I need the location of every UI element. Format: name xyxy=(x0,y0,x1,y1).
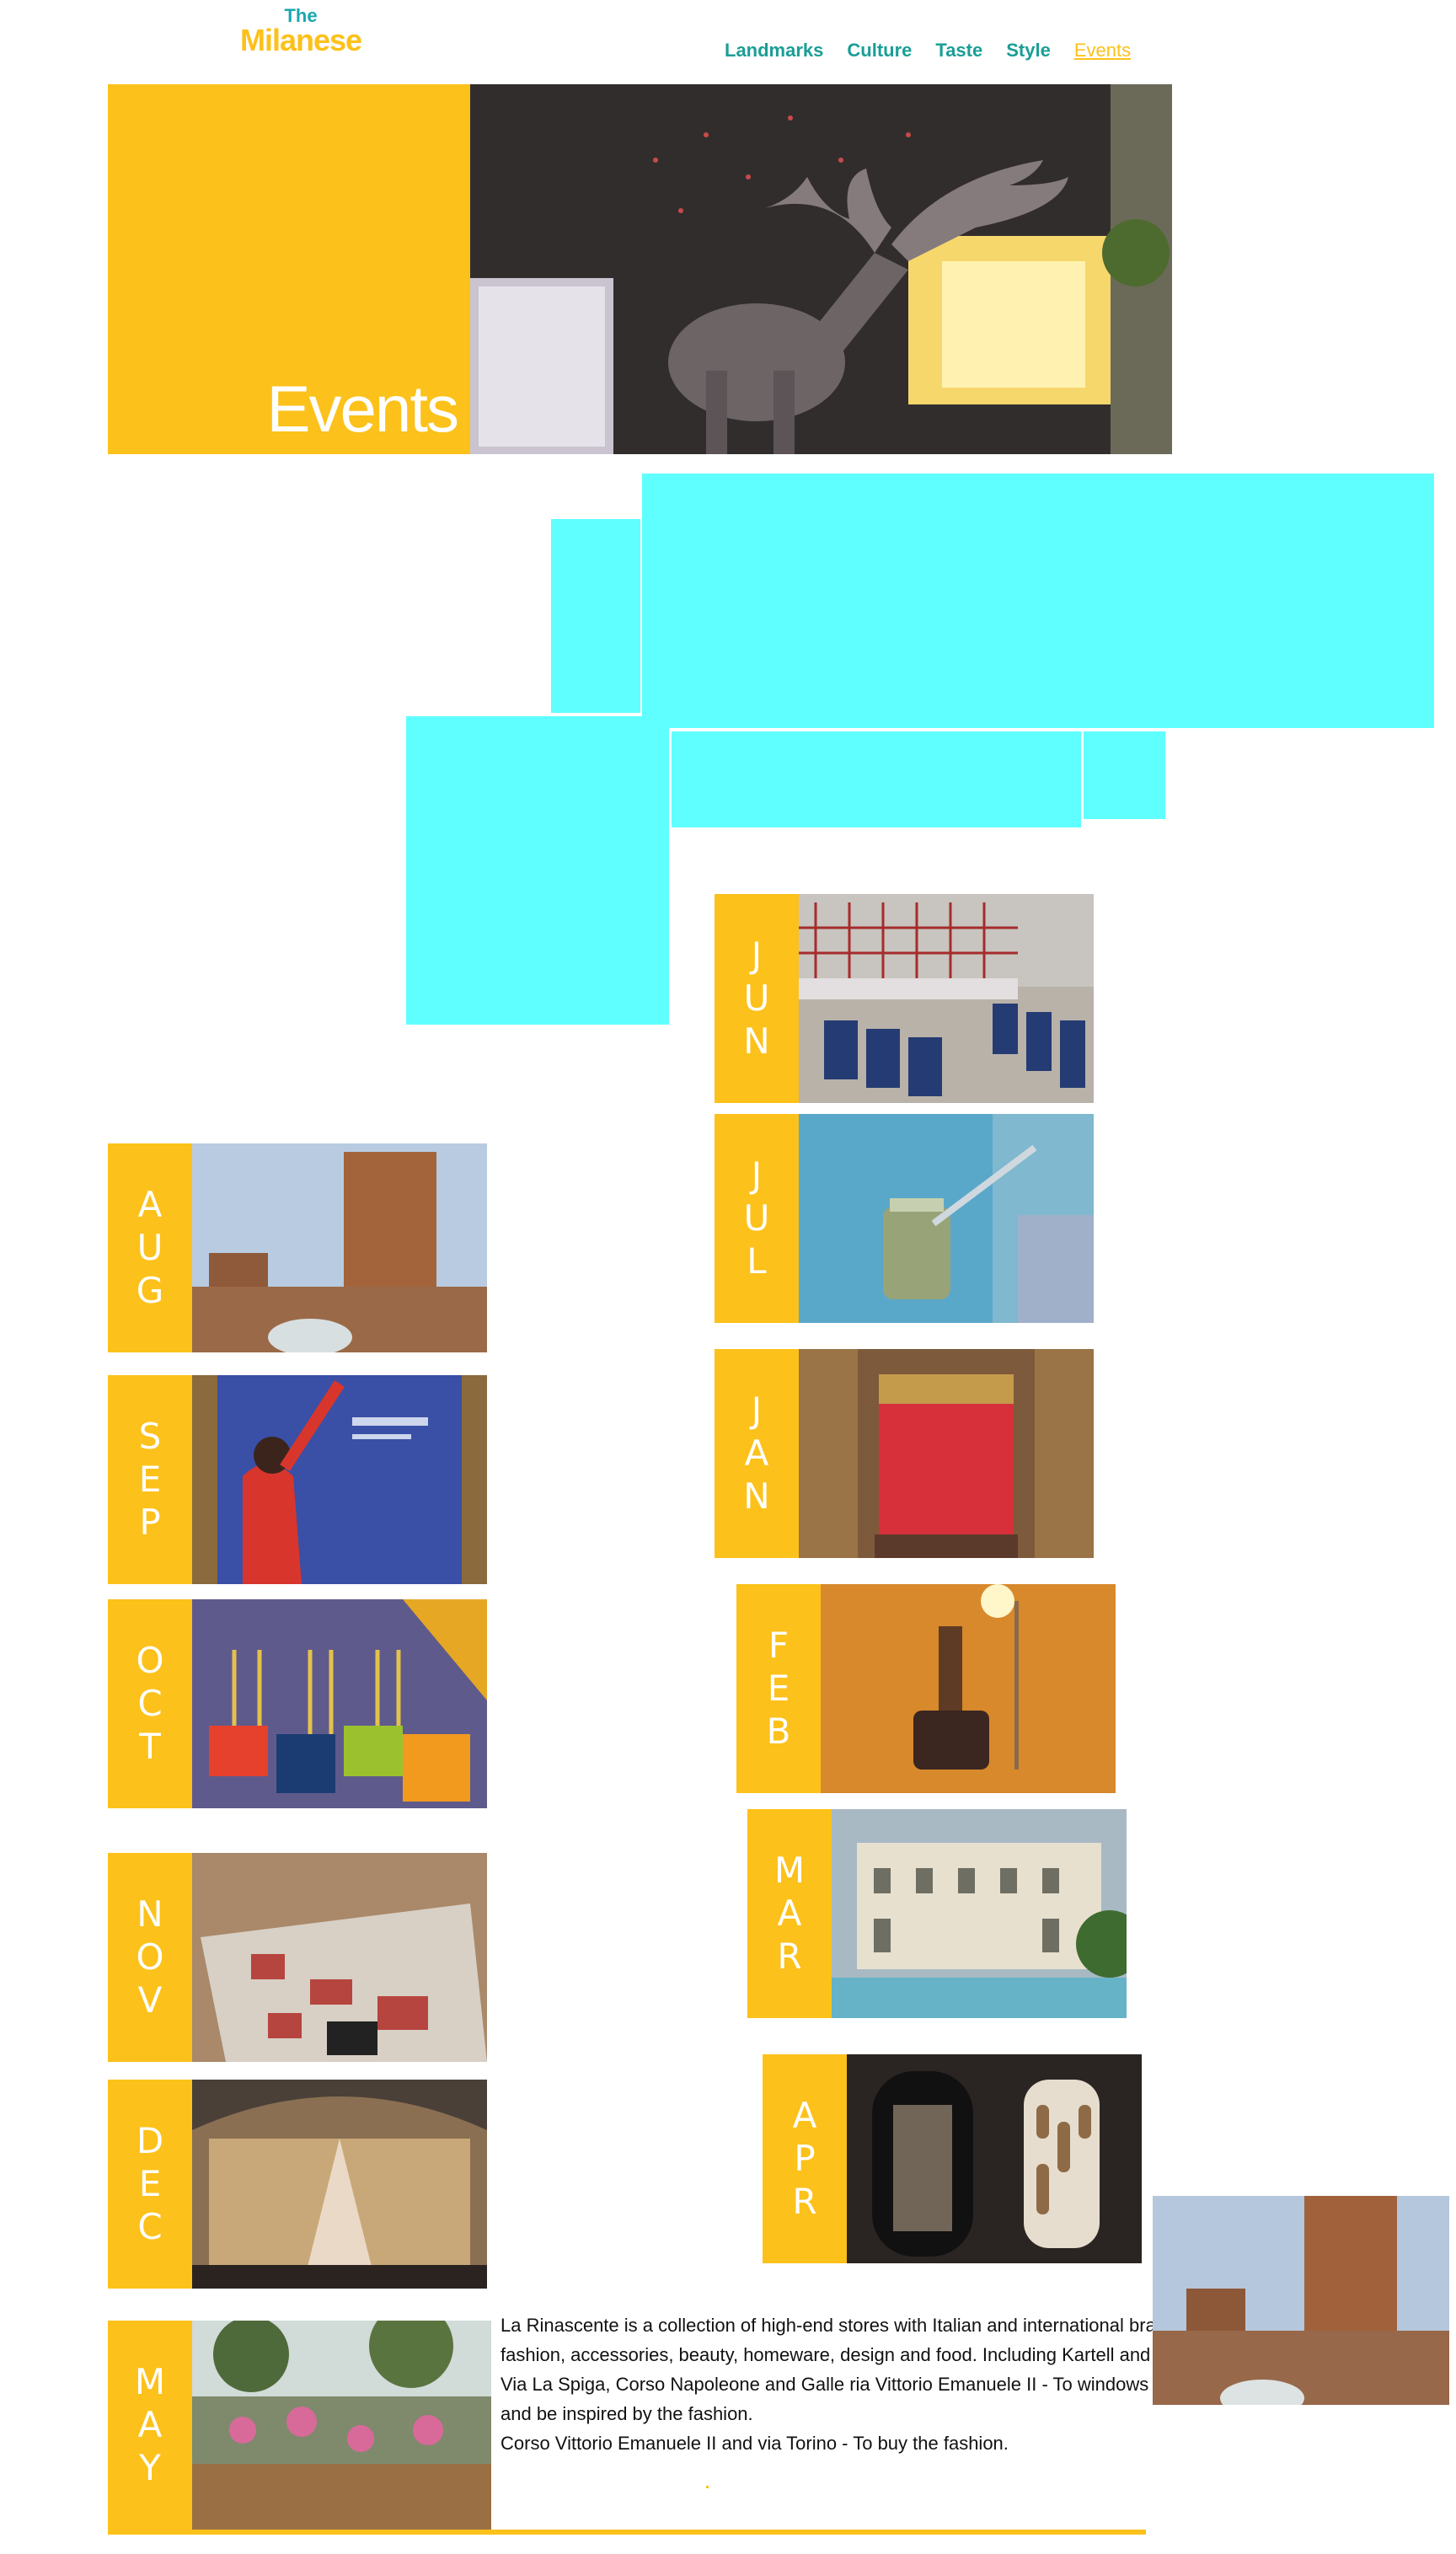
nav-style[interactable]: Style xyxy=(1006,40,1051,62)
site-logo[interactable]: The Milanese xyxy=(229,7,372,56)
sep-photo xyxy=(192,1375,487,1584)
month-label: APR xyxy=(763,2054,847,2263)
month-card-sep[interactable]: SEP xyxy=(108,1375,487,1584)
placeholder-block-4 xyxy=(672,731,1081,827)
dec-photo xyxy=(192,2080,487,2289)
nav-events[interactable]: Events xyxy=(1074,40,1131,62)
placeholder-block-5 xyxy=(1084,731,1165,819)
month-label: MAY xyxy=(108,2321,192,2530)
month-card-jun[interactable]: JUN xyxy=(715,894,1094,1103)
rinascente-article: La Rinascente is a collection of high-en… xyxy=(500,2310,1158,2458)
month-card-apr[interactable]: APR xyxy=(763,2054,1142,2263)
month-card-feb[interactable]: FEB xyxy=(736,1584,1116,1793)
month-card-nov[interactable]: NOV xyxy=(108,1853,487,2062)
article-line: and be inspired by the fashion. xyxy=(500,2403,753,2424)
may-photo xyxy=(192,2321,491,2530)
aug-photo xyxy=(192,1143,487,1352)
decorative-dot xyxy=(706,2486,709,2488)
article-line: Via La Spiga, Corso Napoleone and Galle … xyxy=(500,2374,1158,2395)
month-label: AUG xyxy=(108,1143,192,1352)
month-card-oct[interactable]: OCT xyxy=(108,1599,487,1808)
month-card-jul[interactable]: JUL xyxy=(715,1114,1094,1323)
article-line: fashion, accessories, beauty, homeware, … xyxy=(500,2344,1158,2365)
oct-photo xyxy=(192,1599,487,1808)
month-label: JUN xyxy=(715,894,799,1103)
month-label: JUL xyxy=(715,1114,799,1323)
placeholder-block-1 xyxy=(642,474,1434,728)
month-card-dec[interactable]: DEC xyxy=(108,2080,487,2289)
mar-photo xyxy=(832,1809,1127,2018)
month-card-aug[interactable]: AUG xyxy=(108,1143,487,1352)
footer-bar xyxy=(108,2530,1146,2535)
placeholder-block-3 xyxy=(406,716,669,1025)
month-label: DEC xyxy=(108,2080,192,2289)
article-line: La Rinascente is a collection of high-en… xyxy=(500,2315,1158,2336)
main-nav: Landmarks Culture Taste Style Events xyxy=(725,35,1131,66)
month-label: SEP xyxy=(108,1375,192,1584)
hero-moose-photo xyxy=(470,84,1172,454)
article-line: Corso Vittorio Emanuele II and via Torin… xyxy=(500,2433,1009,2454)
page-title: Events xyxy=(266,372,459,446)
castle-photo xyxy=(1153,2196,1449,2405)
month-label: FEB xyxy=(736,1584,821,1793)
placeholder-block-2 xyxy=(551,519,640,713)
month-label: JAN xyxy=(715,1349,799,1558)
nav-landmarks[interactable]: Landmarks xyxy=(725,40,823,62)
month-label: OCT xyxy=(108,1599,192,1808)
month-card-may[interactable]: MAY xyxy=(108,2321,491,2530)
feb-photo xyxy=(821,1584,1116,1793)
nov-photo xyxy=(192,1853,487,2062)
apr-photo xyxy=(847,2054,1142,2263)
month-card-mar[interactable]: MAR xyxy=(747,1809,1127,2018)
nav-culture[interactable]: Culture xyxy=(847,40,912,62)
month-label: MAR xyxy=(747,1809,832,2018)
month-card-jan[interactable]: JAN xyxy=(715,1349,1094,1558)
jan-photo xyxy=(799,1349,1094,1558)
jul-photo xyxy=(799,1114,1094,1323)
month-label: NOV xyxy=(108,1853,192,2062)
nav-taste[interactable]: Taste xyxy=(935,40,982,62)
logo-milanese: Milanese xyxy=(239,23,362,57)
jun-photo xyxy=(799,894,1094,1103)
